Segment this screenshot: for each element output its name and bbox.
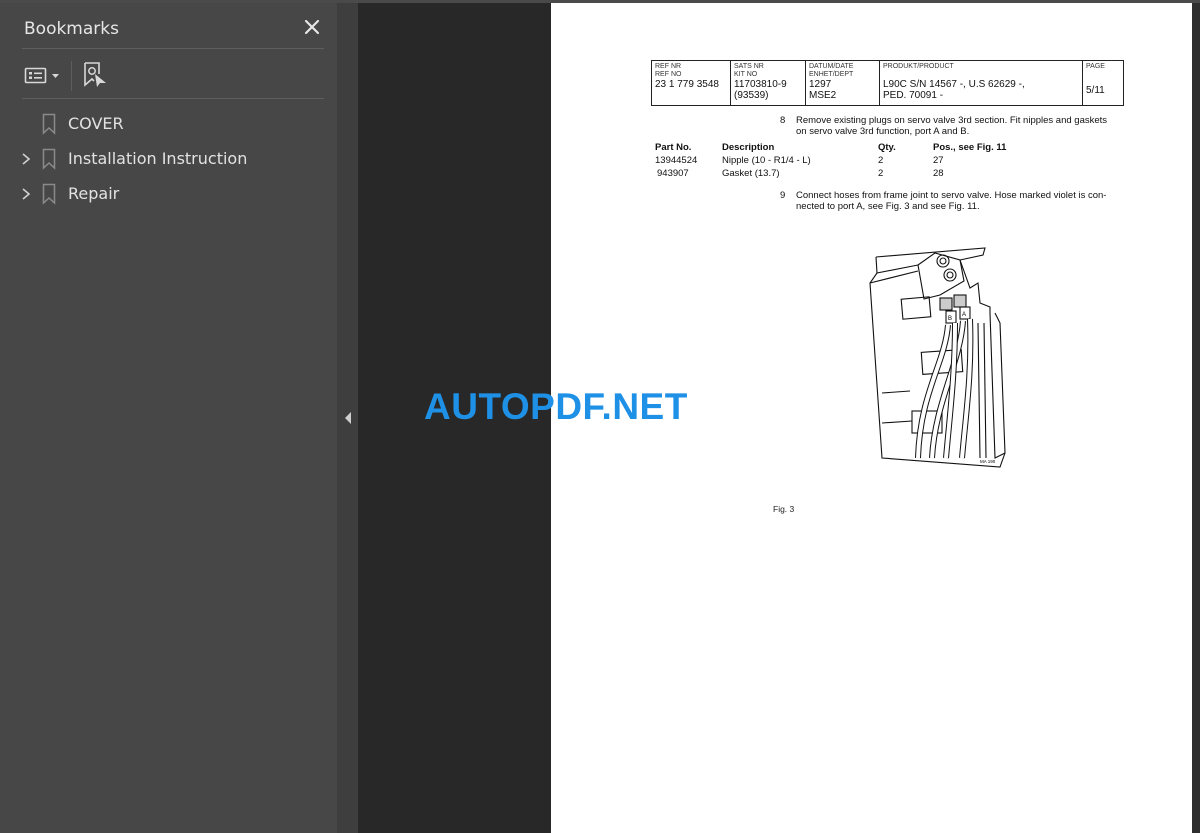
kit-value: 11703810-9	[734, 79, 787, 90]
bookmark-icon	[42, 183, 56, 205]
kit-label: SATS NR	[734, 63, 764, 70]
part-qty: 2	[878, 155, 884, 166]
column-header: Qty.	[878, 142, 896, 153]
canvas-right-edge	[1192, 3, 1200, 833]
kit-value-2: (93539)	[734, 90, 769, 101]
ref-cell: REF NR REF NO 23 1 779 3548	[652, 61, 731, 105]
product-value: L90C S/N 14567 -, U.S 62629 -,	[883, 79, 1025, 90]
product-label: PRODUKT/PRODUCT	[883, 63, 954, 70]
find-current-bookmark-button[interactable]	[82, 61, 108, 89]
table-row: 13944524 Nipple (10 - R1/4 - L) 2 27	[655, 155, 1115, 168]
page-cell: PAGE 5/11	[1083, 61, 1123, 105]
dept-value: MSE2	[809, 90, 837, 101]
step-number: 8	[780, 115, 786, 126]
port-b-label: B	[948, 316, 952, 322]
bookmark-label: Installation Instruction	[68, 149, 248, 168]
step-text: Connect hoses from frame joint to servo …	[796, 190, 1107, 201]
part-qty: 2	[878, 168, 884, 179]
toolbar-divider	[71, 61, 72, 91]
toolbar-divider-bottom	[22, 98, 324, 99]
list-options-icon	[24, 67, 59, 84]
page-label: PAGE	[1086, 63, 1105, 70]
bookmark-repair[interactable]: Repair	[0, 177, 338, 212]
options-menu-button[interactable]	[24, 65, 64, 87]
bookmark-icon	[42, 148, 56, 170]
figure-code: MA 190	[980, 459, 996, 464]
figure-servo-valve-hoses: B A MA 190	[860, 243, 1025, 483]
bookmark-installation-instruction[interactable]: Installation Instruction	[0, 142, 338, 177]
panel-title: Bookmarks	[24, 19, 119, 39]
collapse-arrow-icon	[345, 412, 351, 424]
date-value: 1297	[809, 79, 832, 90]
document-header-table: REF NR REF NO 23 1 779 3548 SATS NR KIT …	[651, 60, 1124, 106]
close-icon	[304, 19, 320, 35]
part-number: 943907	[657, 168, 689, 179]
part-description: Nipple (10 - R1/4 - L)	[722, 155, 811, 166]
column-header: Description	[722, 142, 775, 153]
part-number: 13944524	[655, 155, 698, 166]
part-description: Gasket (13.7)	[722, 168, 780, 179]
dept-label: ENHET/DEPT	[809, 71, 854, 78]
step-text: Remove existing plugs on servo valve 3rd…	[796, 115, 1108, 126]
column-header: Part No.	[655, 142, 692, 153]
bookmarks-list: COVER Installation Instruction Repair	[0, 107, 338, 212]
date-cell: DATUM/DATE ENHET/DEPT 1297 MSE2	[806, 61, 880, 105]
part-pos: 28	[933, 168, 944, 179]
page-value: 5/11	[1086, 85, 1105, 96]
part-pos: 27	[933, 155, 944, 166]
ref-label: REF NR	[655, 63, 682, 70]
step-text: nected to port A, see Fig. 3 and see Fig…	[796, 201, 980, 212]
ref-value: 23 1 779 3548	[655, 79, 719, 90]
product-cell: PRODUKT/PRODUCT L90C S/N 14567 -, U.S 62…	[880, 61, 1083, 105]
servo-valve-illustration: B A MA 190	[869, 247, 1006, 468]
step-number: 9	[780, 190, 786, 201]
bookmark-cover[interactable]: COVER	[0, 107, 338, 142]
dropdown-caret-icon	[52, 74, 59, 78]
watermark-text: AUTOPDF.NET	[424, 386, 688, 427]
date-label: DATUM/DATE	[809, 63, 854, 70]
collapse-panel-handle[interactable]	[338, 3, 358, 833]
column-header: Pos., see Fig. 11	[933, 142, 1007, 153]
kit-cell: SATS NR KIT NO 11703810-9 (93539)	[731, 61, 806, 105]
ref-label-en: REF NO	[655, 71, 682, 78]
header-divider	[22, 48, 324, 49]
product-value-2: PED. 70091 -	[883, 90, 944, 101]
port-a-label: A	[962, 312, 966, 318]
bookmarks-toolbar	[22, 59, 324, 95]
bookmark-find-icon	[84, 62, 106, 87]
bookmarks-panel: Bookmarks COVER Installation Instruction…	[0, 3, 338, 833]
bookmark-label: Repair	[68, 184, 120, 203]
bookmark-icon	[42, 113, 56, 135]
figure-caption: Fig. 3	[773, 504, 795, 514]
parts-table-header: Part No. Description Qty. Pos., see Fig.…	[655, 142, 1115, 155]
bookmark-label: COVER	[68, 114, 124, 133]
bookmarks-header: Bookmarks	[22, 17, 324, 47]
kit-label-en: KIT NO	[734, 71, 758, 78]
table-row: 943907 Gasket (13.7) 2 28	[655, 168, 1115, 181]
parts-table: Part No. Description Qty. Pos., see Fig.…	[655, 142, 1115, 181]
chevron-right-icon[interactable]	[19, 186, 33, 202]
close-panel-button[interactable]	[300, 15, 324, 39]
step-text: on servo valve 3rd function, port A and …	[796, 126, 970, 137]
chevron-right-icon[interactable]	[19, 151, 33, 167]
